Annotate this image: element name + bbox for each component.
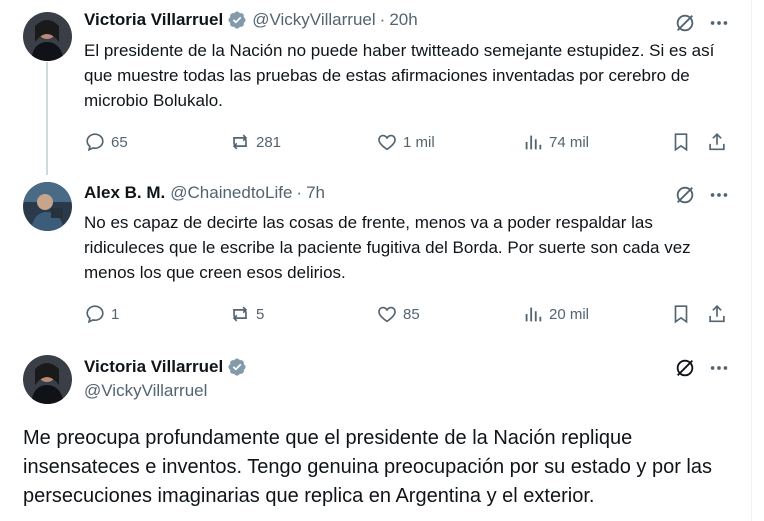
repost-count: 281: [256, 133, 282, 151]
like-count: 1 mil: [403, 133, 435, 151]
like-button[interactable]: 85: [376, 301, 420, 327]
bookmark-icon[interactable]: [670, 129, 692, 155]
grok-icon[interactable]: [674, 184, 696, 206]
timeline: Victoria Villarruel @VickyVillarruel · 2…: [0, 0, 752, 521]
like-count: 85: [403, 305, 420, 323]
user-handle[interactable]: @VickyVillarruel: [252, 10, 375, 30]
tweet-header: Alex B. M. @ChainedtoLife · 7h: [84, 183, 325, 203]
user-handle[interactable]: @ChainedtoLife: [170, 183, 292, 203]
views-icon: [525, 307, 542, 322]
like-button[interactable]: 1 mil: [376, 129, 435, 155]
repost-button[interactable]: 281: [229, 129, 281, 155]
display-name[interactable]: Victoria Villarruel: [84, 10, 223, 30]
like-icon: [378, 134, 396, 151]
tweet-2[interactable]: Alex B. M. @ChainedtoLife · 7h No es cap…: [0, 175, 752, 345]
action-bar: 1 5 85 20 mil: [84, 301, 734, 327]
views-button[interactable]: 20 mil: [522, 301, 589, 327]
views-icon: [525, 135, 542, 150]
main-tweet[interactable]: Victoria Villarruel @VickyVillarruel Me …: [0, 345, 752, 521]
avatar[interactable]: [23, 355, 72, 404]
more-icon[interactable]: [708, 357, 730, 379]
views-count: 74 mil: [549, 133, 590, 151]
tweet-1[interactable]: Victoria Villarruel @VickyVillarruel · 2…: [0, 0, 752, 175]
reply-icon: [86, 133, 104, 152]
more-icon[interactable]: [708, 184, 730, 206]
share-icon[interactable]: [706, 301, 728, 327]
tweet-header: Victoria Villarruel @VickyVillarruel · 2…: [84, 10, 418, 30]
grok-icon[interactable]: [674, 357, 696, 379]
avatar[interactable]: [23, 182, 72, 231]
grok-icon[interactable]: [674, 12, 696, 34]
tweet-text: Me preocupa profundamente que el preside…: [23, 427, 712, 507]
timestamp[interactable]: 20h: [389, 10, 417, 30]
display-name[interactable]: Victoria Villarruel: [84, 357, 223, 377]
bookmark-icon[interactable]: [670, 301, 692, 327]
reply-count: 1: [111, 305, 120, 323]
reply-button[interactable]: 65: [84, 129, 128, 155]
repost-count: 5: [256, 305, 265, 323]
reply-count: 65: [111, 133, 128, 151]
views-count: 20 mil: [549, 305, 590, 323]
separator-dot: ·: [379, 10, 386, 29]
reply-icon: [86, 305, 104, 324]
repost-icon: [232, 306, 248, 322]
more-icon[interactable]: [708, 12, 730, 34]
tweet-text: No es capaz de decirte las cosas de fren…: [84, 213, 691, 282]
reply-button[interactable]: 1: [84, 301, 119, 327]
share-icon[interactable]: [706, 129, 728, 155]
avatar[interactable]: [23, 12, 72, 61]
separator-dot: ·: [296, 183, 303, 202]
views-button[interactable]: 74 mil: [522, 129, 589, 155]
like-icon: [378, 306, 396, 323]
repost-icon: [232, 134, 248, 150]
author-block: Victoria Villarruel @VickyVillarruel: [84, 357, 247, 401]
timestamp[interactable]: 7h: [306, 183, 325, 203]
repost-button[interactable]: 5: [229, 301, 264, 327]
verified-badge-icon: [227, 10, 247, 30]
user-handle[interactable]: @VickyVillarruel: [84, 381, 247, 401]
thread-line: [46, 62, 48, 175]
display-name[interactable]: Alex B. M.: [84, 183, 165, 203]
action-bar: 65 281 1 mil 74 mil: [84, 129, 734, 155]
verified-badge-icon: [227, 357, 247, 377]
tweet-text: El presidente de la Nación no puede habe…: [84, 41, 715, 110]
